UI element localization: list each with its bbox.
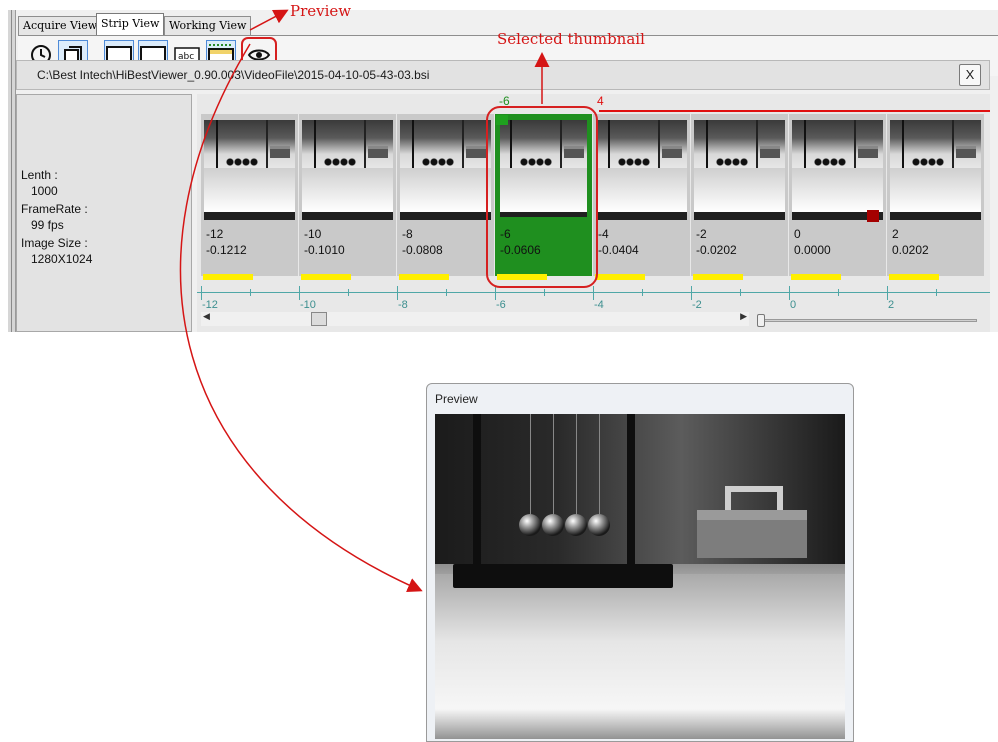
preview-box-lid — [725, 486, 783, 510]
preview-cradle-post-right — [627, 414, 635, 584]
preview-string — [553, 414, 554, 522]
preview-ball — [588, 514, 610, 536]
preview-window-arrow — [179, 43, 423, 593]
preview-annotation-arrow — [249, 9, 289, 31]
preview-box — [697, 510, 807, 558]
preview-string — [576, 414, 577, 522]
preview-image — [435, 414, 845, 739]
preview-window-title: Preview — [435, 392, 478, 406]
preview-vignette — [435, 709, 845, 739]
preview-string — [530, 414, 531, 522]
preview-ball — [519, 514, 541, 536]
preview-ball — [565, 514, 587, 536]
preview-window[interactable]: Preview — [426, 383, 854, 742]
preview-string — [599, 414, 600, 522]
preview-cradle-post-left — [473, 414, 481, 584]
preview-cradle-base — [453, 564, 673, 588]
preview-ball — [542, 514, 564, 536]
